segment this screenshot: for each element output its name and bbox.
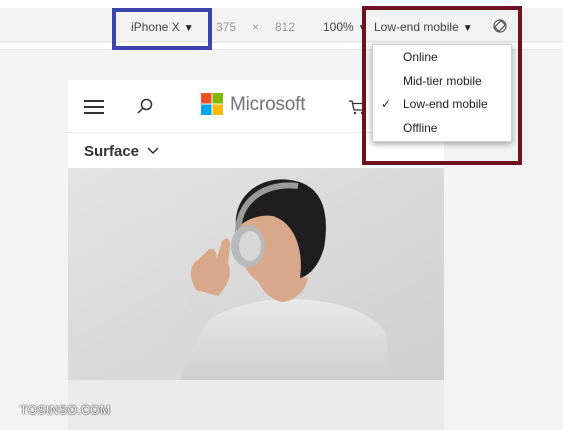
menu-item-mid-tier[interactable]: Mid-tier mobile	[373, 70, 511, 92]
menu-item-label: Low-end mobile	[403, 97, 488, 111]
menu-item-label: Mid-tier mobile	[403, 74, 482, 88]
height-input[interactable]: 812	[275, 20, 295, 34]
zoom-select[interactable]: 100% ▼	[323, 20, 368, 34]
microsoft-logo[interactable]	[201, 93, 223, 115]
menu-item-label: Online	[403, 50, 438, 64]
menu-item-online[interactable]: Online	[373, 46, 511, 68]
search-icon[interactable]	[136, 97, 154, 115]
checkmark-icon: ✓	[381, 97, 392, 111]
dimension-separator: ×	[252, 20, 260, 34]
menu-item-offline[interactable]: Offline	[373, 117, 511, 139]
width-input[interactable]: 375	[216, 20, 236, 34]
chevron-down-icon	[147, 147, 159, 155]
content-area	[68, 380, 444, 430]
zoom-label: 100%	[323, 20, 354, 34]
hamburger-icon[interactable]	[84, 100, 104, 114]
menu-item-label: Offline	[403, 121, 438, 135]
category-label: Surface	[84, 143, 140, 160]
logo-text: Microsoft	[230, 94, 306, 115]
network-throttle-menu: Online Mid-tier mobile ✓ Low-end mobile …	[372, 44, 512, 142]
device-highlight-box	[112, 8, 212, 50]
watermark: TOSINSO.COM	[20, 403, 111, 417]
hero-image	[68, 168, 444, 380]
menu-item-low-end[interactable]: ✓ Low-end mobile	[373, 93, 511, 115]
